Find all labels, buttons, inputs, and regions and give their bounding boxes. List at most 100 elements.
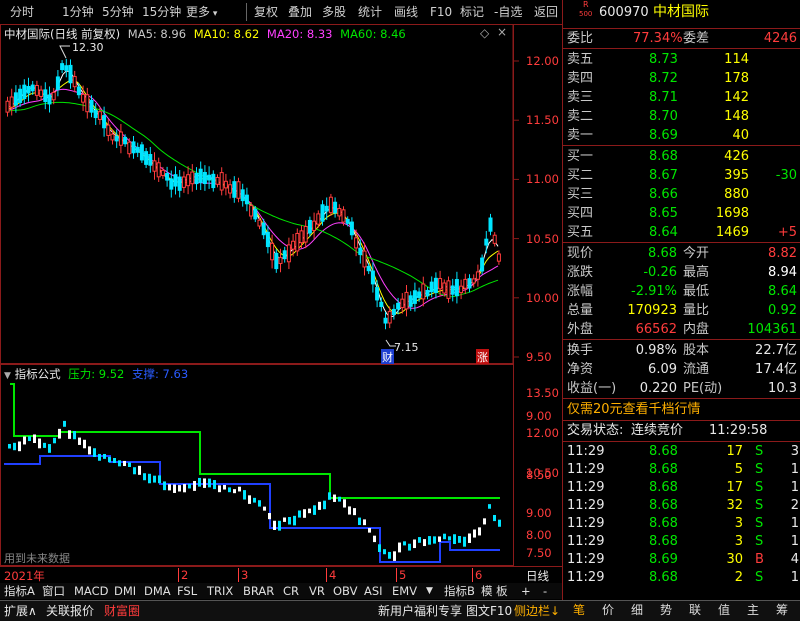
candle-body [198,168,203,183]
indicator-bar [318,501,321,510]
indicator-bar [428,536,431,545]
indicator-dropdown-icon[interactable]: ▼ [4,371,11,381]
indicator-bar [378,544,381,553]
tick-volume: 17 [726,480,743,495]
toolbar-diejia[interactable]: 叠加 [288,4,312,20]
tab-asi[interactable]: ASI [364,584,383,598]
expand-button[interactable]: 扩展∧ [4,603,37,619]
btn-zhu[interactable]: 主 [740,601,766,619]
sidebar-toggle[interactable]: 侧边栏↓ [514,603,560,619]
candle-body [396,302,401,310]
tick-row: 11:29 8.69 30 B 4 [563,551,800,569]
btn-chou[interactable]: 筹 [769,601,795,619]
wealth-circle-button[interactable]: 财富圈 [104,603,140,619]
new-user-promo[interactable]: 新用户福利专享 [378,603,462,619]
indicator-name[interactable]: 指标公式 [15,367,61,381]
tab-window[interactable]: 窗口 [42,584,65,598]
close-icon[interactable]: × [497,25,507,39]
toolbar-biaoji[interactable]: 标记 [460,4,484,20]
btn-jia[interactable]: 价 [595,601,621,619]
btn-zhi[interactable]: 值 [711,601,737,619]
candle-body [303,225,308,243]
indicator-bar [438,536,441,542]
promo-text[interactable]: 仅需20元查看千档行情 [567,400,701,419]
kline-canvas [0,24,519,364]
tab-indicator-b[interactable]: 指标B [444,584,475,598]
toolbar-f10[interactable]: F10 [430,4,452,20]
promo-row[interactable]: 仅需20元查看千档行情 [563,400,800,419]
indicator-bar [113,457,116,464]
candle-body [446,280,451,299]
fundamental-row: 净资 6.09 流通 17.4亿 [563,360,800,379]
tab-template[interactable]: 模 板 [481,584,508,598]
tab-trix[interactable]: TRIX [207,584,233,598]
tab-obv[interactable]: OBV [333,584,357,598]
diamond-icon[interactable]: ◇ [480,26,489,40]
toolbar-tongji[interactable]: 统计 [358,4,382,20]
tick-direction: S [755,498,764,513]
bid-label: 买二 [567,168,594,183]
candle-body [114,136,119,142]
candle-body [442,282,447,294]
btn-lian[interactable]: 联 [682,601,708,619]
candle-body [106,124,111,136]
toolbar-back[interactable]: 返回 [534,4,558,20]
toolbar-5min[interactable]: 5分钟 [102,4,134,20]
indicator-tabbar: 指标A 窗口 MACD DMI DMA FSL TRIX BRAR CR VR … [0,583,562,599]
tab-cr[interactable]: CR [283,584,299,598]
month-5: 5 [396,568,406,582]
candle-body [463,278,468,289]
indicator-canvas [0,364,514,566]
period-label[interactable]: 日线 [526,568,549,584]
toolbar-huaxian[interactable]: 画线 [394,4,418,20]
toolbar-fenshi[interactable]: 分时 [10,4,34,20]
indicator-bar [393,551,396,561]
tab-brar[interactable]: BRAR [243,584,274,598]
stat-row: 总量 170923 量比 0.92 [563,301,800,320]
related-quote-button[interactable]: 关联报价 [46,603,94,619]
tab-dmi[interactable]: DMI [114,584,136,598]
tab-indicator-a[interactable]: 指标A [4,584,35,598]
fundamental-value: 6.09 [648,362,677,377]
candle-body [467,278,472,289]
btn-shi[interactable]: 势 [653,601,679,619]
tick-price: 8.68 [649,516,678,531]
tab-add[interactable]: + [521,584,531,598]
tab-macd[interactable]: MACD [74,584,108,598]
tab-vr[interactable]: VR [309,584,325,598]
candle-body [328,196,333,214]
candle-body [118,131,123,146]
tab-emv[interactable]: EMV [392,584,417,598]
candle-body [417,291,422,298]
tab-scroll-icon[interactable]: ▼ [426,584,433,598]
event-cai-badge[interactable]: 财 [381,349,394,365]
ask-label: 卖四 [567,71,594,86]
trade-status-label: 交易状态: [567,423,624,438]
tab-dma[interactable]: DMA [144,584,171,598]
toolbar-duogu[interactable]: 多股 [322,4,346,20]
bid-price: 8.67 [649,168,678,183]
toolbar-zixuan[interactable]: -自选 [494,4,522,20]
btn-xi[interactable]: 细 [624,601,650,619]
graphic-f10-button[interactable]: 图文F10 [466,603,512,619]
candle-body [307,219,312,234]
tab-remove[interactable]: - [543,584,547,598]
trade-status: 连续竞价 [631,423,684,438]
indicator-chart[interactable]: ▼ 指标公式 压力: 9.52 支撑: 7.63 13.50 12.00 10.50… [0,364,562,566]
toolbar-more[interactable]: 更多 ▾ [186,4,217,20]
candle-body [341,209,346,223]
price-tick-label: 10.50 [526,231,559,246]
candle-body [102,115,107,129]
btn-bi[interactable]: 笔 [566,601,592,619]
indicator-bar [303,509,306,518]
toolbar-1min[interactable]: 1分钟 [62,4,94,20]
candle-body [438,278,443,290]
ask-volume: 142 [724,90,749,105]
toolbar-15min[interactable]: 15分钟 [142,4,181,20]
event-zhang-badge[interactable]: 涨 [476,349,489,365]
kline-chart[interactable]: 中材国际(日线 前复权) MA5: 8.96 MA10: 8.62 MA20: … [0,24,562,601]
indicator-bar [323,500,326,510]
toolbar-fuquan[interactable]: 复权 [254,4,278,20]
tab-fsl[interactable]: FSL [177,584,197,598]
tick-volume: 32 [726,498,743,513]
